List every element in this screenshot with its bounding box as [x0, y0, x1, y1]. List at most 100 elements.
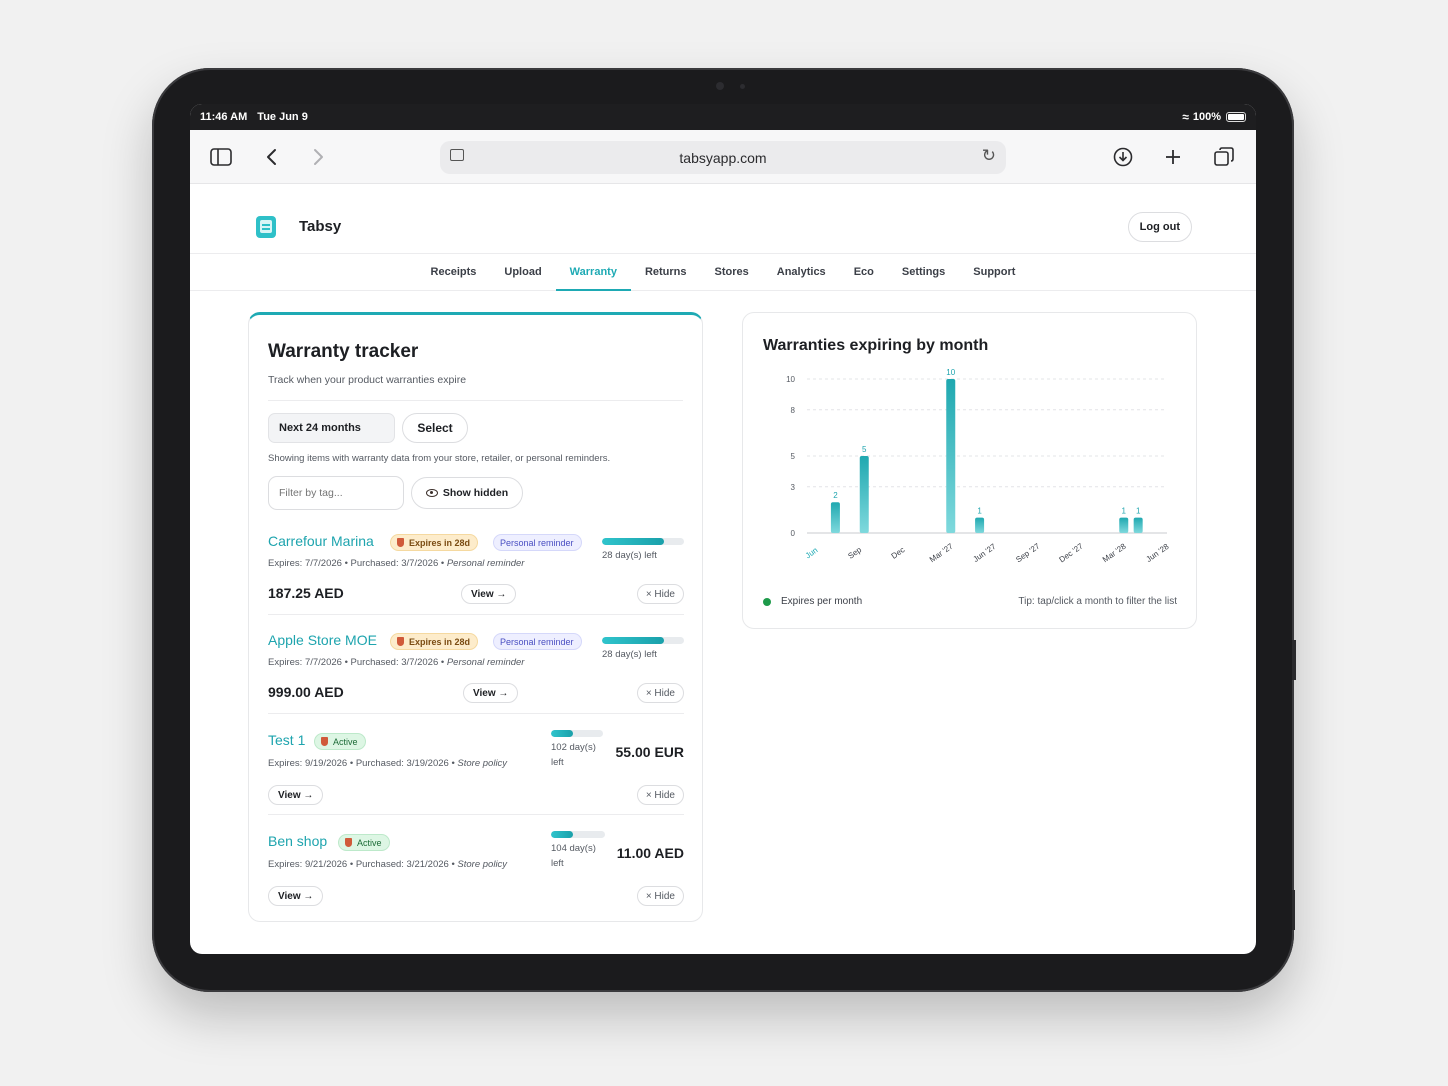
chart-title: Warranties expiring by month [763, 337, 989, 354]
nav-tab-upload[interactable]: Upload [490, 254, 555, 291]
item-meta: Expires: 9/19/2026 • Purchased: 3/19/202… [268, 758, 508, 769]
item-meta: Expires: 7/7/2026 • Purchased: 3/7/2026 … [268, 657, 525, 668]
chart-legend: Expires per month [763, 596, 862, 607]
view-button[interactable]: View → [463, 683, 519, 703]
app-header: Tabsy Log out [190, 184, 1256, 254]
y-tick-label: 10 [786, 375, 795, 384]
nav-tab-stores[interactable]: Stores [701, 254, 763, 291]
nav-tab-eco[interactable]: Eco [840, 254, 888, 291]
item-meta: Expires: 7/7/2026 • Purchased: 3/7/2026 … [268, 558, 525, 569]
forward-icon[interactable] [306, 144, 332, 170]
item-separator [268, 614, 684, 615]
tag-filter-input[interactable] [268, 476, 404, 510]
nav-tab-settings[interactable]: Settings [888, 254, 959, 291]
eye-icon [425, 489, 438, 497]
nav-tab-warranty[interactable]: Warranty [555, 254, 632, 291]
warranty-item: Apple Store MOE Expires in 28d Personal … [268, 632, 684, 724]
x-tick-label: Mar '28 [1101, 541, 1128, 564]
wifi-icon: ≈ [1182, 110, 1189, 124]
bar-value-label: 5 [862, 445, 867, 454]
item-store-name[interactable]: Ben shop [268, 833, 327, 849]
item-store-name[interactable]: Test 1 [268, 732, 305, 748]
chart-tip: Tip: tap/click a month to filter the lis… [1018, 596, 1177, 607]
chart-bar [1119, 517, 1129, 533]
x-tick-label: Jun '28 [1145, 542, 1172, 564]
x-tick-label: Sep [846, 545, 863, 561]
expires-badge-label: Expires in 28d [409, 636, 471, 647]
legend-label: Expires per month [781, 596, 863, 607]
legend-dot [763, 597, 771, 606]
volume-button [1292, 890, 1295, 930]
personal-reminder-badge: Personal reminder [493, 633, 582, 650]
view-button[interactable]: View → [268, 785, 324, 805]
warranty-item: Carrefour Marina Expires in 28d Personal… [268, 533, 684, 625]
view-button[interactable]: View → [461, 584, 517, 604]
active-badge: Active [338, 834, 390, 851]
active-badge-label: Active [333, 736, 358, 747]
hide-button[interactable]: × Hide [636, 785, 684, 805]
address-bar[interactable]: tabsyapp.com ↻ [440, 141, 1006, 174]
select-button[interactable]: Select [402, 413, 468, 443]
new-tab-icon[interactable] [1160, 144, 1186, 170]
back-icon[interactable] [258, 144, 284, 170]
warranty-source: Personal reminder [446, 657, 525, 668]
chart-bar [975, 517, 985, 533]
nav-tab-support[interactable]: Support [959, 254, 1029, 291]
y-tick-label: 0 [791, 529, 796, 538]
hide-button[interactable]: × Hide [636, 683, 684, 703]
range-selector[interactable]: Next 24 months [268, 413, 395, 443]
warranty-bar-chart: 03581025101 1 1Jun Sep Dec Mar '27 Jun '27 Sep … [786, 368, 1172, 564]
bar-value-label: 1 [1136, 507, 1141, 516]
nav-tab-returns[interactable]: Returns [631, 254, 701, 291]
status-time: 11:46 AM [200, 111, 248, 123]
screen: 11:46 AM Tue Jun 9 ≈ 100% tabsyapp.com ↻ [190, 104, 1256, 954]
personal-reminder-badge: Personal reminder [493, 534, 582, 551]
warranty-progress-bar [602, 637, 684, 644]
days-left-number: 104 day(s) [551, 843, 596, 854]
hide-button[interactable]: × Hide [636, 584, 684, 604]
download-icon[interactable] [1110, 144, 1136, 170]
shield-icon [321, 737, 328, 746]
nav-tab-analytics[interactable]: Analytics [763, 254, 840, 291]
item-price: 11.00 AED [616, 845, 684, 861]
item-separator [268, 814, 684, 815]
item-price: 55.00 EUR [615, 744, 684, 760]
view-button[interactable]: View → [268, 886, 324, 906]
nav-tab-receipts[interactable]: Receipts [417, 254, 491, 291]
main-nav: Receipts Upload Warranty Returns Stores … [190, 254, 1256, 291]
divider [268, 400, 683, 401]
sensor-dot [740, 84, 745, 89]
tabs-overview-icon[interactable] [1211, 144, 1237, 170]
warranty-tracker-panel: Warranty tracker Track when your product… [248, 312, 703, 922]
reload-icon[interactable]: ↻ [982, 146, 996, 166]
days-left-text: 28 day(s) left [602, 649, 657, 660]
chart-bar [830, 502, 840, 533]
side-button [1292, 640, 1296, 680]
purchase-date: Purchased: 3/19/2026 [355, 758, 449, 769]
sidebar-toggle-icon[interactable] [208, 144, 234, 170]
page-menu-icon[interactable] [450, 149, 464, 161]
logout-button[interactable]: Log out [1127, 212, 1192, 242]
warranty-item: Test 1 Active 102 day(s) left 55.00 EUR … [268, 730, 684, 824]
active-badge-label: Active [357, 837, 382, 848]
expires-badge: Expires in 28d [390, 633, 479, 650]
x-tick-label: Dec '27 [1057, 541, 1085, 564]
hide-button[interactable]: × Hide [636, 886, 684, 906]
battery-percent: 100% [1192, 111, 1221, 123]
warranty-item: Ben shop Active 104 day(s) left 11.00 AE… [268, 831, 684, 925]
item-price: 187.25 AED [268, 585, 344, 601]
item-store-name[interactable]: Carrefour Marina [268, 533, 374, 549]
x-tick-label: Mar '27 [928, 541, 955, 564]
expires-date: Expires: 7/7/2026 [268, 558, 342, 569]
expires-date: Expires: 9/19/2026 [268, 758, 348, 769]
warranty-progress-bar [602, 538, 684, 545]
warranty-progress-bar [551, 730, 603, 737]
show-hidden-label: Show hidden [442, 487, 509, 499]
warranty-source: Store policy [457, 859, 508, 870]
days-left-text: 104 day(s) left [551, 841, 596, 871]
chart-bar [859, 456, 869, 533]
item-store-name[interactable]: Apple Store MOE [268, 632, 377, 648]
x-tick-label: Sep '27 [1014, 541, 1042, 564]
show-hidden-button[interactable]: Show hidden [411, 477, 523, 509]
days-left-text: 28 day(s) left [602, 550, 657, 561]
